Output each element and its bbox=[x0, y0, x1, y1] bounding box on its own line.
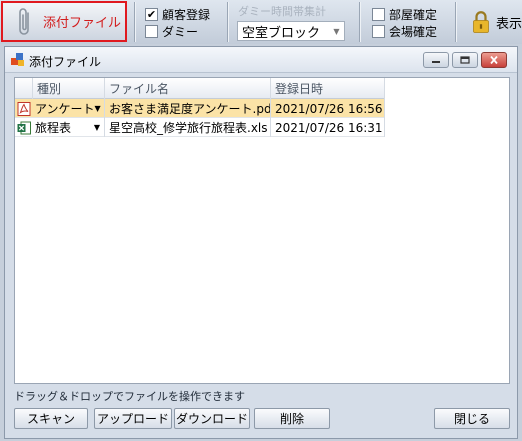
delete-button[interactable]: 削除 bbox=[254, 408, 330, 429]
ribbon-toolbar: 添付ファイル ✔ 顧客登録 ダミー ダミー時間帯集計 空室ブロック ▼ 部屋確定… bbox=[0, 0, 522, 44]
table-row[interactable]: アンケート ▼ お客さま満足度アンケート.pdf 2021/07/26 16:5… bbox=[15, 99, 385, 118]
close-window-button[interactable] bbox=[481, 52, 507, 68]
venue-confirm-label: 会場確定 bbox=[389, 24, 438, 39]
close-icon bbox=[490, 56, 498, 64]
ribbon-separator bbox=[134, 2, 135, 42]
minimize-button[interactable] bbox=[423, 52, 449, 68]
cell-filename[interactable]: お客さま満足度アンケート.pdf bbox=[105, 99, 271, 118]
dummy-checkbox[interactable]: ダミー bbox=[145, 23, 198, 39]
ribbon-separator bbox=[359, 2, 360, 42]
ribbon-separator bbox=[455, 2, 456, 42]
dummy-timeslot-group: ダミー時間帯集計 空室ブロック ▼ bbox=[232, 2, 352, 42]
row-indicator-header bbox=[15, 78, 33, 99]
col-header-registered[interactable]: 登録日時 bbox=[271, 78, 385, 99]
room-block-select[interactable]: 空室ブロック ▼ bbox=[237, 21, 345, 41]
excel-icon bbox=[17, 121, 31, 134]
drag-drop-hint: ドラッグ＆ドロップでファイルを操作できます bbox=[14, 390, 245, 403]
lock-label: 表示 bbox=[495, 16, 522, 32]
attachment-grid[interactable]: 種別 ファイル名 登録日時 アンケート ▼ お客さま満足度アンケート.pdf 2… bbox=[14, 77, 510, 384]
ribbon-separator bbox=[227, 2, 228, 42]
cell-type[interactable]: 旅程表 ▼ bbox=[15, 118, 105, 137]
dialog-title: 添付ファイル bbox=[29, 55, 102, 69]
chevron-down-icon: ▼ bbox=[333, 26, 340, 36]
col-header-filename[interactable]: ファイル名 bbox=[105, 78, 271, 99]
dialog-titlebar: 添付ファイル bbox=[5, 47, 517, 73]
attachment-dialog: 添付ファイル 種別 ファイル名 登録日時 アンケート ▼ お客さま満足度アンケー… bbox=[4, 46, 518, 439]
room-block-value: 空室ブロック bbox=[242, 25, 321, 41]
dropdown-arrow-icon: ▼ bbox=[94, 104, 101, 113]
dropdown-arrow-icon: ▼ bbox=[93, 123, 100, 132]
upload-button[interactable]: アップロード bbox=[94, 408, 172, 429]
maximize-button[interactable] bbox=[452, 52, 478, 68]
checkmark-icon: ✔ bbox=[145, 7, 158, 21]
cell-filename[interactable]: 星空高校_修学旅行旅程表.xls bbox=[105, 118, 271, 137]
minimize-icon bbox=[432, 61, 440, 63]
attach-file-button[interactable]: 添付ファイル bbox=[1, 1, 127, 42]
download-button[interactable]: ダウンロード bbox=[174, 408, 250, 429]
close-button[interactable]: 閉じる bbox=[434, 408, 510, 429]
lock-icon bbox=[473, 11, 489, 33]
app-icon bbox=[11, 53, 24, 66]
room-confirm-checkbox[interactable]: 部屋確定 bbox=[372, 6, 437, 22]
paperclip-icon bbox=[19, 7, 29, 35]
customer-reg-checkbox[interactable]: ✔ 顧客登録 bbox=[145, 6, 210, 22]
lock-display-button[interactable]: 表示 bbox=[468, 2, 522, 42]
cell-registered[interactable]: 2021/07/26 16:56 bbox=[271, 99, 385, 118]
table-row[interactable]: 旅程表 ▼ 星空高校_修学旅行旅程表.xls 2021/07/26 16:31 bbox=[15, 118, 385, 137]
cell-type-value: アンケート bbox=[35, 102, 95, 116]
scan-button[interactable]: スキャン bbox=[14, 408, 88, 429]
dummy-check-label: ダミー bbox=[162, 24, 199, 39]
pdf-icon bbox=[17, 101, 31, 116]
room-confirm-label: 部屋確定 bbox=[389, 7, 438, 22]
venue-confirm-checkbox[interactable]: 会場確定 bbox=[372, 23, 437, 39]
attach-file-label: 添付ファイル bbox=[43, 16, 122, 31]
maximize-icon bbox=[460, 56, 470, 64]
customer-reg-label: 顧客登録 bbox=[162, 7, 211, 22]
dummy-group-title: ダミー時間帯集計 bbox=[238, 5, 326, 18]
cell-type-value: 旅程表 bbox=[35, 121, 72, 135]
cell-registered[interactable]: 2021/07/26 16:31 bbox=[271, 118, 385, 137]
col-header-type[interactable]: 種別 bbox=[33, 78, 105, 99]
grid-header: 種別 ファイル名 登録日時 bbox=[15, 78, 385, 99]
cell-type[interactable]: アンケート ▼ bbox=[15, 99, 105, 118]
